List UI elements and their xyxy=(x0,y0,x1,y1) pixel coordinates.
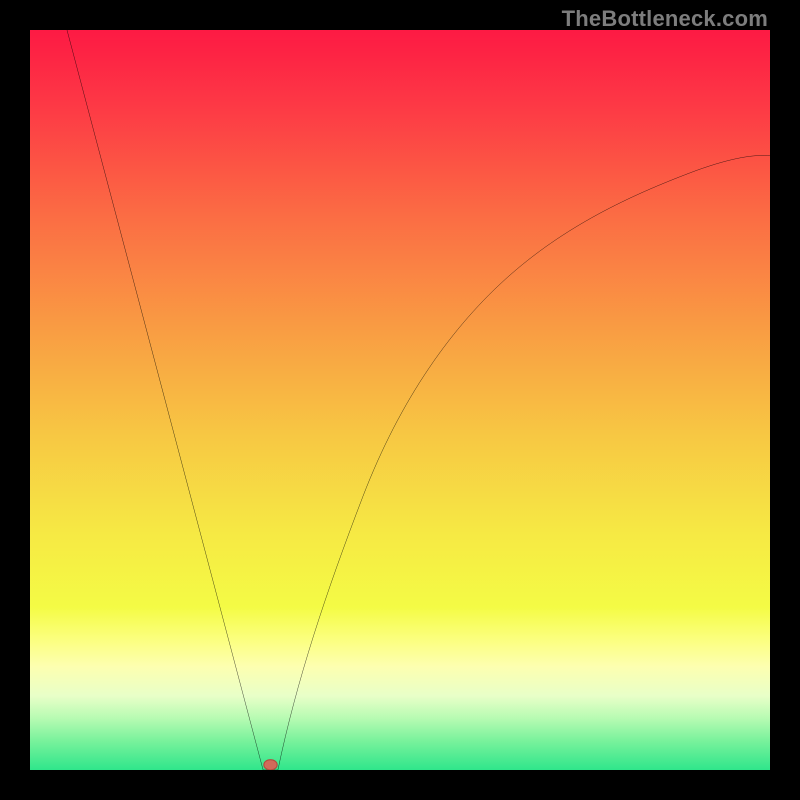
plot-area xyxy=(30,30,770,770)
left-branch-line xyxy=(67,30,263,770)
curves-layer xyxy=(30,30,770,770)
chart-frame: TheBottleneck.com xyxy=(0,0,800,800)
watermark-text: TheBottleneck.com xyxy=(562,6,768,32)
bottleneck-point-icon xyxy=(264,760,277,770)
right-branch-curve xyxy=(278,155,770,770)
